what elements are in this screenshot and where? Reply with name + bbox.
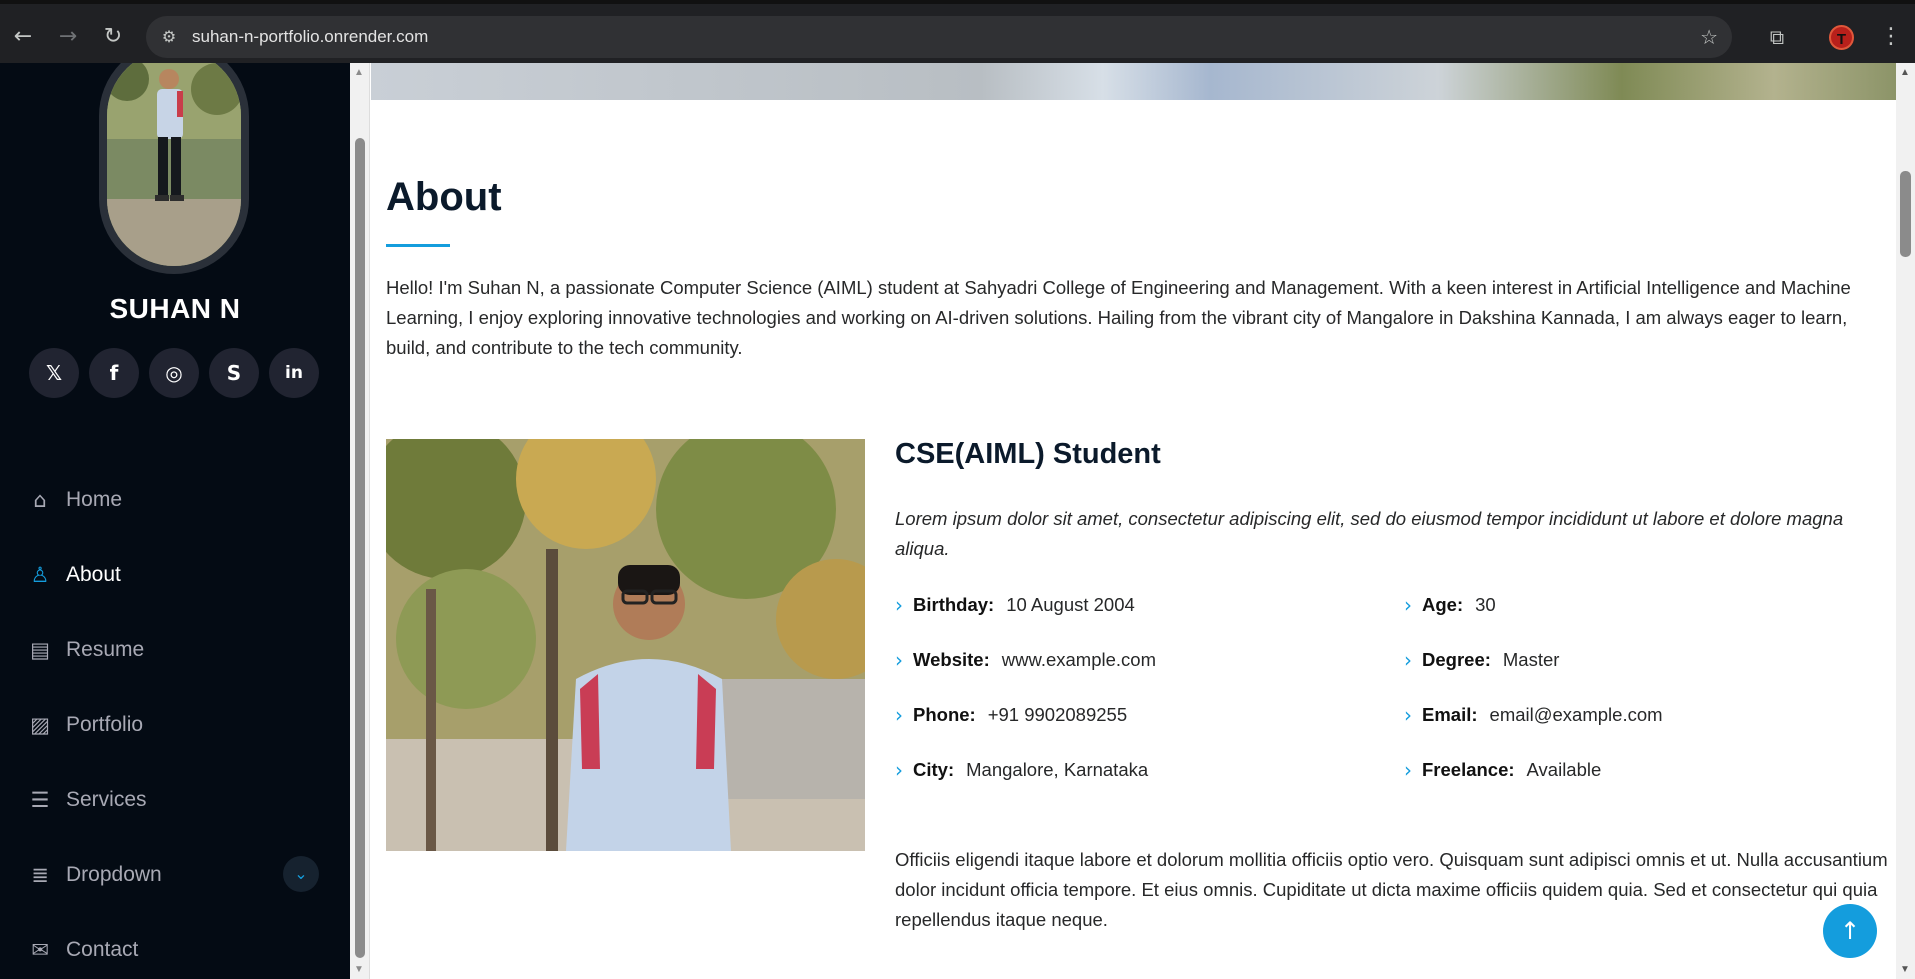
fact-value: email@example.com — [1489, 704, 1663, 725]
reload-icon[interactable]: ↻ — [98, 22, 128, 52]
about-outro: Officiis eligendi itaque labore et dolor… — [895, 849, 1888, 930]
sidebar: SUHAN N 𝕏 f ◎ S in ⌂ Home ♙ About ▤ Resu… — [0, 63, 350, 979]
fact-email: › Email: email@example.com — [1404, 703, 1663, 727]
profile-avatar[interactable]: T — [1829, 25, 1854, 50]
chevron-right-icon: › — [895, 593, 903, 617]
back-to-top-button[interactable]: ↑ — [1823, 904, 1877, 958]
role-description: Lorem ipsum dolor sit amet, consectetur … — [895, 508, 1844, 559]
hdd-stack-icon: ☰ — [30, 787, 50, 812]
fact-value: 30 — [1475, 594, 1496, 615]
chevron-right-icon: › — [1404, 758, 1412, 782]
nav-item-dropdown[interactable]: ≣ Dropdown ⌄ — [0, 837, 350, 912]
fact-birthday: › Birthday: 10 August 2004 — [895, 593, 1135, 617]
social-links: 𝕏 f ◎ S in — [29, 348, 319, 398]
fact-key: Degree: — [1422, 649, 1491, 670]
fact-city: › City: Mangalore, Karnataka — [895, 758, 1148, 782]
fact-key: Freelance: — [1422, 759, 1515, 780]
fact-phone: › Phone: +91 9902089255 — [895, 703, 1127, 727]
person-icon: ♙ — [30, 562, 50, 587]
home-icon: ⌂ — [33, 487, 47, 512]
role-title: CSE(AIML) Student — [895, 438, 1161, 470]
scrollbar-thumb[interactable] — [355, 138, 365, 958]
fact-value: www.example.com — [1001, 649, 1156, 670]
chevron-right-icon: › — [895, 703, 903, 727]
nav-item-label: Contact — [66, 937, 139, 961]
title-underline — [386, 244, 450, 247]
scroll-up-arrow-icon[interactable]: ▲ — [354, 67, 364, 78]
about-photo — [386, 439, 865, 851]
fact-age: › Age: 30 — [1404, 593, 1496, 617]
chevron-right-icon: › — [1404, 593, 1412, 617]
fact-key: Phone: — [913, 704, 976, 725]
site-settings-icon[interactable]: ⚙ — [158, 26, 180, 48]
chevron-right-icon: › — [895, 758, 903, 782]
nav-item-label: Resume — [66, 637, 145, 661]
x-twitter-icon[interactable]: 𝕏 — [29, 348, 79, 398]
browser-menu-icon[interactable]: ⋮ — [1880, 22, 1902, 52]
skype-icon[interactable]: S — [209, 348, 259, 398]
fact-value: +91 9902089255 — [987, 704, 1128, 725]
nav-item-label: Portfolio — [66, 712, 144, 736]
bookmark-star-icon[interactable]: ☆ — [1700, 16, 1718, 58]
arrow-up-icon: ↑ — [1839, 917, 1861, 945]
scroll-down-arrow-icon[interactable]: ▼ — [1900, 964, 1910, 975]
nav-item-label: Dropdown — [66, 862, 162, 886]
envelope-icon: ✉ — [31, 937, 49, 962]
fact-degree: › Degree: Master — [1404, 648, 1559, 672]
scroll-down-arrow-icon[interactable]: ▼ — [354, 964, 364, 975]
nav-item-label: Services — [66, 787, 147, 811]
extensions-puzzle-icon[interactable]: ⧉ — [1762, 22, 1792, 52]
back-arrow-icon[interactable]: ← — [8, 22, 38, 52]
chevron-right-icon: › — [895, 648, 903, 672]
nav-item-label: About — [66, 562, 121, 586]
nav-item-home[interactable]: ⌂ Home — [0, 462, 350, 537]
browser-toolbar: ← → ↻ ⚙ suhan-n-portfolio.onrender.com ☆… — [0, 0, 1915, 63]
nav-item-portfolio[interactable]: ▨ Portfolio — [0, 687, 350, 762]
instagram-icon[interactable]: ◎ — [149, 348, 199, 398]
linkedin-icon[interactable]: in — [269, 348, 319, 398]
fact-value: Mangalore, Karnataka — [966, 759, 1149, 780]
menu-list-icon: ≣ — [31, 862, 49, 887]
profile-photo — [99, 63, 249, 274]
nav-item-services[interactable]: ☰ Services — [0, 762, 350, 837]
chevron-right-icon: › — [1404, 703, 1412, 727]
nav-menu: ⌂ Home ♙ About ▤ Resume ▨ Portfolio ☰ Se… — [0, 462, 350, 979]
address-bar[interactable]: ⚙ suhan-n-portfolio.onrender.com ☆ — [146, 16, 1732, 58]
chevron-down-icon[interactable]: ⌄ — [283, 856, 319, 892]
fact-key: City: — [913, 759, 955, 780]
sidebar-scrollbar[interactable]: ▲ ▼ — [350, 63, 370, 979]
hero-image — [371, 63, 1896, 100]
fact-website: › Website: www.example.com — [895, 648, 1156, 672]
nav-item-about[interactable]: ♙ About — [0, 537, 350, 612]
fact-freelance: › Freelance: Available — [1404, 758, 1601, 782]
fact-value: Available — [1526, 759, 1602, 780]
scrollbar-thumb[interactable] — [1900, 171, 1911, 257]
nav-item-label: Home — [66, 487, 123, 511]
main-content: About Hello! I'm Suhan N, a passionate C… — [371, 63, 1896, 979]
fact-key: Birthday: — [913, 594, 995, 615]
address-url[interactable]: suhan-n-portfolio.onrender.com — [192, 16, 428, 58]
fact-key: Website: — [913, 649, 990, 670]
forward-arrow-icon[interactable]: → — [53, 22, 83, 52]
fact-key: Email: — [1422, 704, 1478, 725]
facebook-icon[interactable]: f — [89, 348, 139, 398]
chevron-right-icon: › — [1404, 648, 1412, 672]
scroll-up-arrow-icon[interactable]: ▲ — [1900, 67, 1910, 78]
file-text-icon: ▤ — [30, 637, 50, 662]
fact-value: Master — [1502, 649, 1560, 670]
profile-name: SUHAN N — [109, 293, 241, 324]
fact-key: Age: — [1422, 594, 1464, 615]
page-scrollbar[interactable]: ▲ ▼ — [1896, 63, 1915, 979]
section-title: About — [386, 175, 502, 219]
nav-item-contact[interactable]: ✉ Contact — [0, 912, 350, 979]
nav-item-resume[interactable]: ▤ Resume — [0, 612, 350, 687]
images-icon: ▨ — [30, 712, 50, 737]
fact-value: 10 August 2004 — [1006, 594, 1135, 615]
about-intro: Hello! I'm Suhan N, a passionate Compute… — [386, 277, 1851, 358]
